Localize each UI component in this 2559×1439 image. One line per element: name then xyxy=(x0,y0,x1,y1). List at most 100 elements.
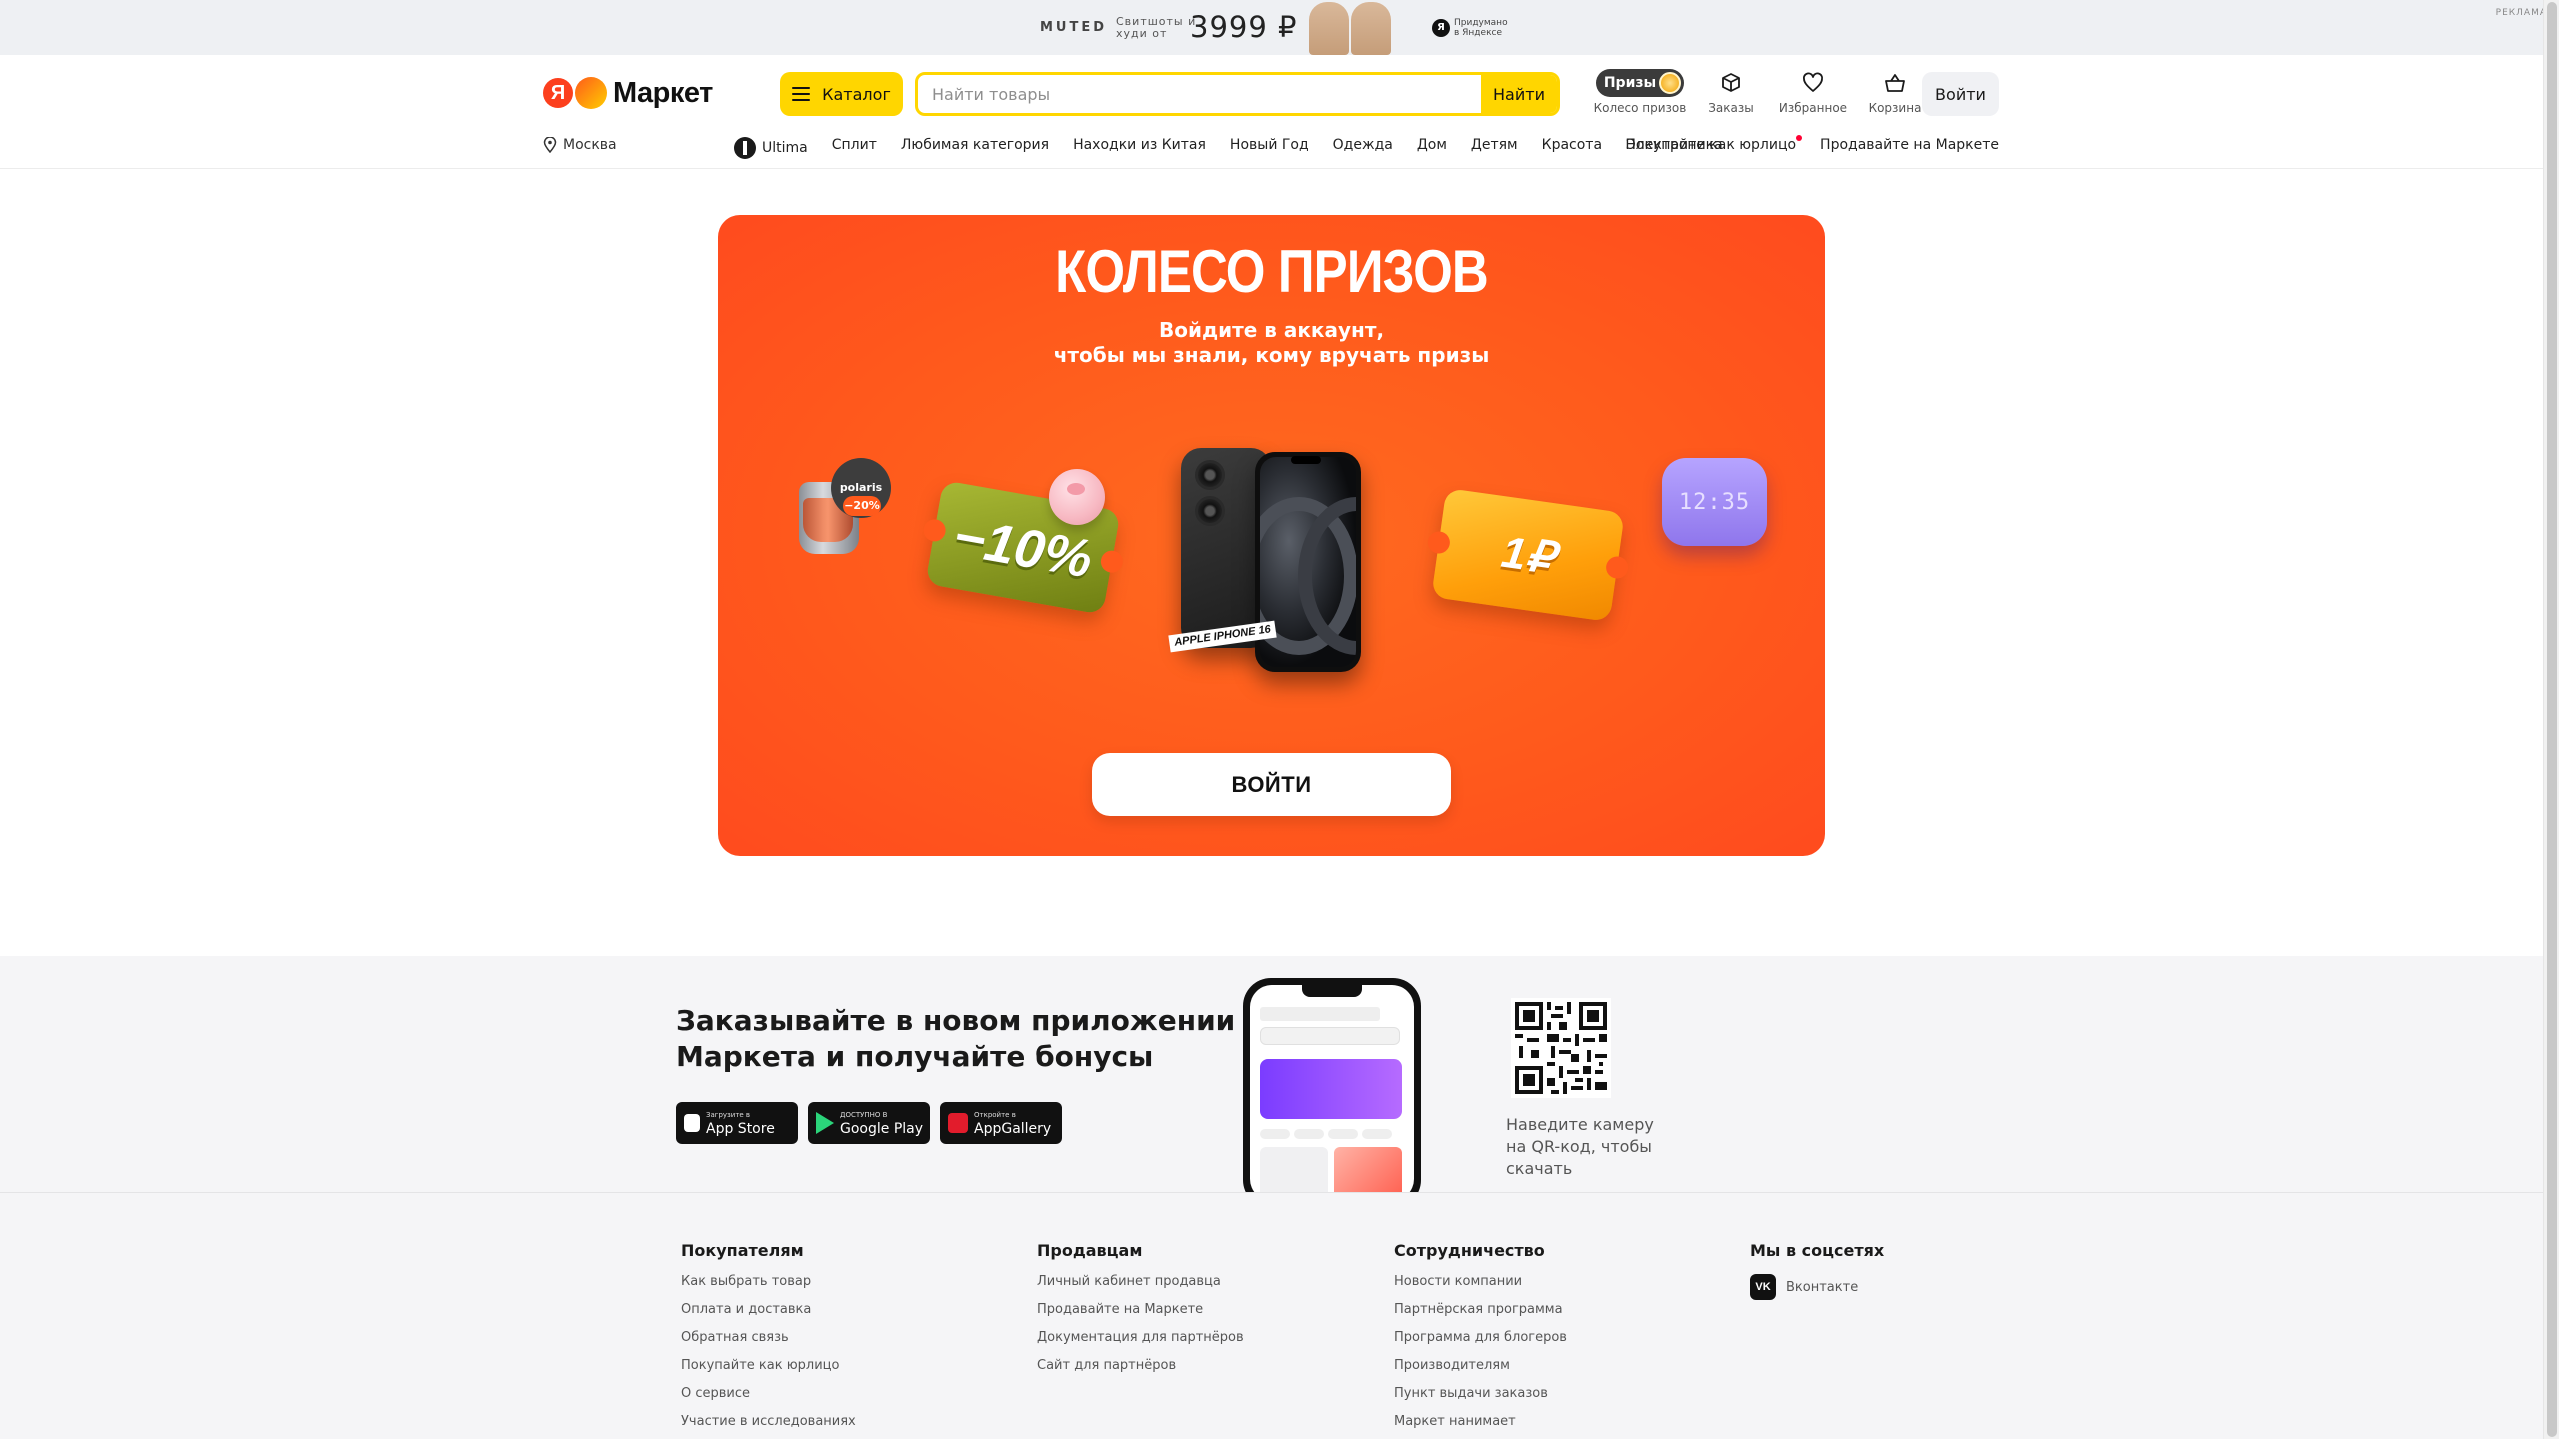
box-icon xyxy=(1720,69,1742,97)
business-links: Покупайте как юрлицо Продавайте на Марке… xyxy=(1625,135,1999,153)
orders-button[interactable]: Заказы xyxy=(1690,69,1772,129)
ultima-icon xyxy=(734,137,756,159)
nav-link-home[interactable]: Дом xyxy=(1417,137,1447,159)
footer-link[interactable]: Документация для партнёров xyxy=(1037,1330,1244,1346)
scrollbar-thumb[interactable] xyxy=(2547,2,2557,1437)
footer-heading: Продавцам xyxy=(1037,1241,1143,1260)
nav-link-clothes[interactable]: Одежда xyxy=(1333,137,1393,159)
nav-link-ultima[interactable]: Ultima xyxy=(734,137,808,159)
ad-models-image xyxy=(1295,0,1403,55)
footer-link[interactable]: Сайт для партнёров xyxy=(1037,1358,1244,1374)
footer-link[interactable]: Обратная связь xyxy=(681,1330,856,1346)
site-header: Я Маркет Каталог Найти Призы Колесо приз… xyxy=(0,55,2543,169)
market-logo[interactable]: Я Маркет xyxy=(543,75,713,111)
catalog-label: Каталог xyxy=(822,84,891,104)
heart-icon xyxy=(1802,69,1824,97)
favorites-label: Избранное xyxy=(1778,101,1848,115)
wheel-login-button[interactable]: ВОЙТИ xyxy=(1092,753,1451,816)
footer-link[interactable]: Личный кабинет продавца xyxy=(1037,1274,1244,1290)
app-gallery-button[interactable]: Откройте в AppGallery xyxy=(940,1102,1062,1144)
menu-icon xyxy=(792,87,811,101)
app-store-button[interactable]: Загрузите в App Store xyxy=(676,1102,798,1144)
kettle-discount: −20% xyxy=(843,496,881,516)
header-actions: Призы Колесо призов Заказы Избранное Кор… xyxy=(1590,69,1936,129)
ad-label: РЕКЛАМА xyxy=(2495,8,2547,18)
nav-link-sell-on-market[interactable]: Продавайте на Маркете xyxy=(1820,137,1999,153)
google-play-button[interactable]: ДОСТУПНО В Google Play xyxy=(808,1102,930,1144)
footer-heading: Сотрудничество xyxy=(1394,1241,1545,1260)
nav-row: Москва Ultima Сплит Любимая категория На… xyxy=(0,133,2543,163)
coin-icon xyxy=(1659,72,1682,94)
footer-link[interactable]: Маркет нанимает xyxy=(1394,1414,1567,1430)
qr-code xyxy=(1511,998,1611,1098)
huawei-icon xyxy=(948,1113,968,1133)
footer-heading: Мы в соцсетях xyxy=(1750,1241,1885,1260)
basket-icon xyxy=(1883,69,1907,97)
prizes-pill: Призы xyxy=(1595,69,1685,97)
ad-price: 3999 ₽ xyxy=(1190,10,1298,44)
prize-wheel-banner: КОЛЕСО ПРИЗОВ Войдите в аккаунт, чтобы м… xyxy=(718,215,1825,856)
catalog-button[interactable]: Каталог xyxy=(780,72,903,116)
footer-column-buyers: Покупателям Как выбрать товар Оплата и д… xyxy=(681,1241,856,1439)
app-promo-heading: Заказывайте в новом приложении Маркета и… xyxy=(676,1004,1236,1073)
city-label: Москва xyxy=(563,137,617,153)
footer-link[interactable]: Участие в исследованиях xyxy=(681,1414,856,1430)
prize-kettle-image: polaris −20% xyxy=(791,458,891,568)
cart-label: Корзина xyxy=(1868,101,1922,115)
ad-yandex-note: Я Придумано в Яндексе xyxy=(1432,18,1512,38)
market-shield-icon xyxy=(575,77,607,109)
google-play-icon xyxy=(816,1112,834,1134)
prize-iphone-image: APPLE IPHONE 16 xyxy=(1168,448,1361,672)
nav-link-china[interactable]: Находки из Китая xyxy=(1073,137,1206,159)
prize-robot-vacuum-image xyxy=(1049,469,1105,525)
store-badges: Загрузите в App Store ДОСТУПНО В Google Pl… xyxy=(676,1102,1062,1144)
footer-link[interactable]: О сервисе xyxy=(681,1386,856,1402)
nav-link-new-year[interactable]: Новый Год xyxy=(1230,137,1309,159)
footer-link[interactable]: Производителям xyxy=(1394,1358,1567,1374)
favorites-button[interactable]: Избранное xyxy=(1772,69,1854,129)
footer-column-social: Мы в соцсетях VK Вконтакте xyxy=(1750,1241,1884,1300)
nav-link-beauty[interactable]: Красота xyxy=(1542,137,1602,159)
search-bar: Найти xyxy=(915,72,1560,116)
footer-link[interactable]: Партнёрская программа xyxy=(1394,1302,1567,1318)
footer-link[interactable]: Оплата и доставка xyxy=(681,1302,856,1318)
footer-link[interactable]: Пункт выдачи заказов xyxy=(1394,1386,1567,1402)
prize-ruble-ticket: 1₽ xyxy=(1426,488,1630,622)
ad-banner[interactable]: MUTED Свитшоты и худи от 3999 ₽ Я Придум… xyxy=(0,0,2559,55)
location-pin-icon xyxy=(543,137,557,153)
footer-link[interactable]: Новости компании xyxy=(1394,1274,1567,1290)
nav-link-kids[interactable]: Детям xyxy=(1471,137,1518,159)
yandex-logo-icon: Я xyxy=(543,78,573,108)
footer-link[interactable]: Программа для блогеров xyxy=(1394,1330,1567,1346)
qr-hint: Наведите камеру на QR-код, чтобы скачать xyxy=(1506,1115,1654,1178)
app-phone-mockup xyxy=(1243,978,1421,1192)
category-links: Ultima Сплит Любимая категория Находки и… xyxy=(734,137,1723,159)
notification-dot xyxy=(1796,135,1803,141)
footer-link[interactable]: Покупайте как юрлицо xyxy=(681,1358,856,1374)
page-scrollbar[interactable] xyxy=(2543,0,2559,1439)
wheel-title: КОЛЕСО ПРИЗОВ xyxy=(1055,238,1489,305)
vk-label: Вконтакте xyxy=(1786,1279,1859,1295)
prize-smart-speaker-image: 12:35 xyxy=(1662,458,1767,546)
prize-wheel-label: Колесо призов xyxy=(1593,101,1687,115)
apple-icon xyxy=(684,1114,700,1132)
orders-label: Заказы xyxy=(1708,101,1754,115)
app-promo-section: Заказывайте в новом приложении Маркета и… xyxy=(0,956,2543,1192)
login-button[interactable]: Войти xyxy=(1922,72,1999,116)
logo-word: Маркет xyxy=(613,76,713,109)
vk-icon: VK xyxy=(1750,1274,1776,1300)
nav-link-favorite-category[interactable]: Любимая категория xyxy=(901,137,1049,159)
search-button[interactable]: Найти xyxy=(1481,75,1557,113)
site-footer: Покупателям Как выбрать товар Оплата и д… xyxy=(0,1192,2543,1439)
search-input[interactable] xyxy=(918,75,1483,113)
footer-heading: Покупателям xyxy=(681,1241,804,1260)
wheel-subtitle: Войдите в аккаунт, чтобы мы знали, кому … xyxy=(1053,318,1490,367)
footer-column-sellers: Продавцам Личный кабинет продавца Продав… xyxy=(1037,1241,1244,1386)
prize-wheel-button[interactable]: Призы Колесо призов xyxy=(1590,69,1690,129)
city-selector[interactable]: Москва xyxy=(543,137,617,153)
nav-link-buy-as-company[interactable]: Покупайте как юрлицо xyxy=(1625,135,1803,153)
nav-link-split[interactable]: Сплит xyxy=(832,137,877,159)
footer-link[interactable]: Как выбрать товар xyxy=(681,1274,856,1290)
vk-link[interactable]: VK Вконтакте xyxy=(1750,1274,1884,1300)
footer-link[interactable]: Продавайте на Маркете xyxy=(1037,1302,1244,1318)
